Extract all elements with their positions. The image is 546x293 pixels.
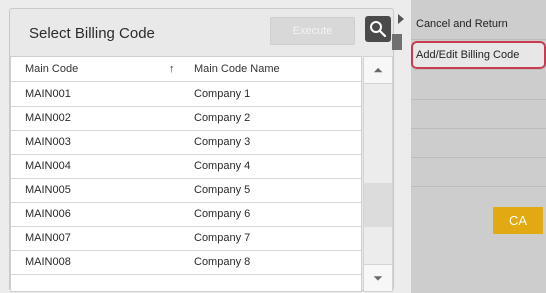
select-billing-panel: Select Billing Code Execute Main Code ↑ … xyxy=(9,8,394,292)
add-edit-billing-code-button[interactable]: Add/Edit Billing Code xyxy=(411,41,546,70)
table-cell-main-code: MAIN006 xyxy=(25,208,71,220)
table-row[interactable]: MAIN002 Company 2 xyxy=(11,106,361,131)
table-cell-main-code: MAIN007 xyxy=(25,232,71,244)
table-cell-main-code: MAIN008 xyxy=(25,256,71,268)
table-row[interactable]: MAIN003 Company 3 xyxy=(11,130,361,155)
scroll-track[interactable] xyxy=(364,84,392,264)
side-arrow-icon[interactable] xyxy=(398,14,404,24)
add-edit-billing-code-label: Add/Edit Billing Code xyxy=(416,49,520,61)
chevron-up-icon: ⏶ xyxy=(373,63,383,77)
table-cell-main-code: MAIN005 xyxy=(25,184,71,196)
right-action-panel: Cancel and Return Add/Edit Billing Code … xyxy=(411,0,546,293)
table-cell-main-code-name: Company 1 xyxy=(194,88,251,100)
screen: Select Billing Code Execute Main Code ↑ … xyxy=(0,0,546,293)
scroll-up-button[interactable]: ⏶ xyxy=(364,57,392,84)
table-row[interactable]: MAIN005 Company 5 xyxy=(11,178,361,203)
table-row[interactable]: MAIN006 Company 6 xyxy=(11,202,361,227)
execute-button[interactable]: Execute xyxy=(270,17,355,45)
right-panel-empty-1 xyxy=(411,70,546,100)
cancel-and-return-button[interactable]: Cancel and Return xyxy=(411,10,546,40)
table-cell-main-code: MAIN002 xyxy=(25,112,71,124)
table-cell-main-code-name: Company 2 xyxy=(194,112,251,124)
right-panel-empty-2 xyxy=(411,99,546,129)
column-header-main-code-name[interactable]: Main Code Name xyxy=(194,57,280,81)
table-row[interactable]: MAIN001 Company 1 xyxy=(11,82,361,107)
ca-button[interactable]: CA xyxy=(493,207,543,234)
search-icon xyxy=(370,21,387,38)
table-cell-main-code-name: Company 7 xyxy=(194,232,251,244)
table-header: Main Code ↑ Main Code Name xyxy=(11,57,361,82)
table-cell-main-code-name: Company 4 xyxy=(194,160,251,172)
billing-code-table: Main Code ↑ Main Code Name MAIN001 Compa… xyxy=(10,56,362,292)
side-tab-marker xyxy=(392,34,402,50)
table-cell-main-code-name: Company 8 xyxy=(194,256,251,268)
chevron-down-icon: ⏷ xyxy=(373,271,383,285)
table-cell-main-code-name: Company 5 xyxy=(194,184,251,196)
table-cell-main-code: MAIN004 xyxy=(25,160,71,172)
right-panel-empty-3 xyxy=(411,128,546,158)
table-cell-main-code: MAIN001 xyxy=(25,88,71,100)
sort-up-icon[interactable]: ↑ xyxy=(169,57,175,81)
table-row[interactable]: MAIN004 Company 4 xyxy=(11,154,361,179)
table-row[interactable]: MAIN008 Company 8 xyxy=(11,250,361,275)
dialog-title: Select Billing Code xyxy=(29,25,155,42)
table-scrollbar[interactable]: ⏶ ⏷ xyxy=(363,56,393,292)
table-cell-main-code-name: Company 3 xyxy=(194,136,251,148)
right-panel-empty-4 xyxy=(411,157,546,187)
scroll-down-button[interactable]: ⏷ xyxy=(364,264,392,291)
table-cell-main-code: MAIN003 xyxy=(25,136,71,148)
column-header-main-code[interactable]: Main Code xyxy=(25,57,78,81)
cancel-and-return-label: Cancel and Return xyxy=(416,18,508,30)
scroll-thumb[interactable] xyxy=(364,183,392,227)
table-row[interactable]: MAIN007 Company 7 xyxy=(11,226,361,251)
search-button[interactable] xyxy=(365,16,391,42)
table-cell-main-code-name: Company 6 xyxy=(194,208,251,220)
